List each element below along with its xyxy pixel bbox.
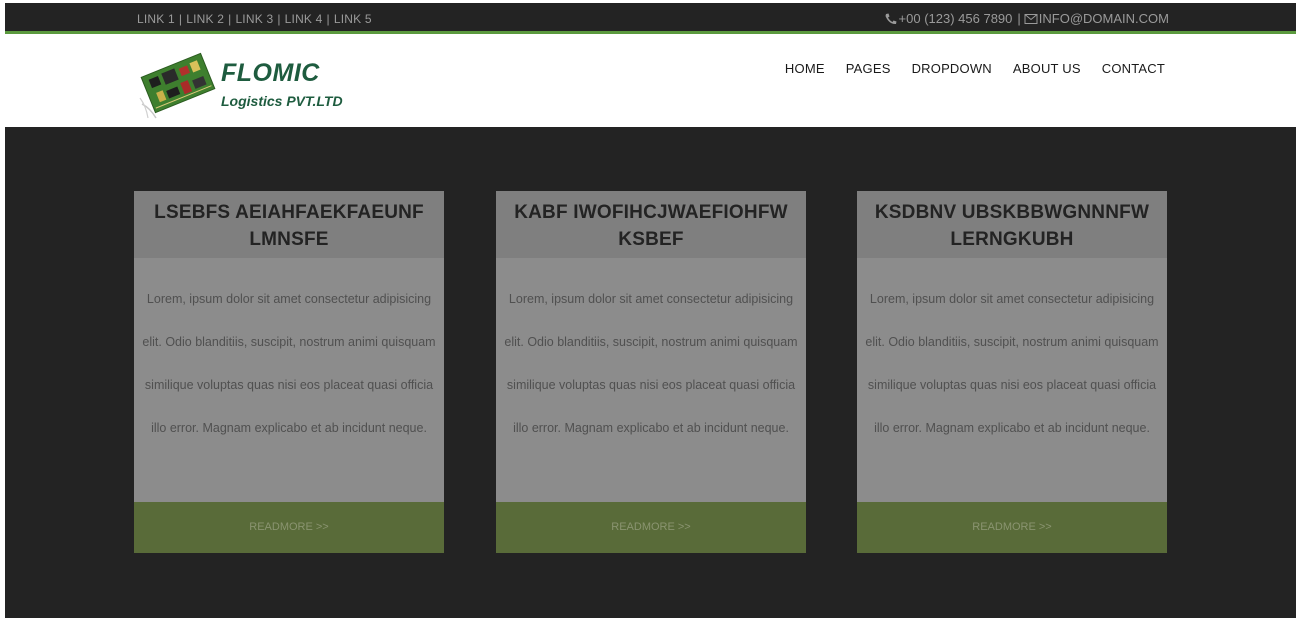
info-card: LSEBFS AEIAHFAEKFAEUNF LMNSFE Lorem, ips…	[134, 191, 444, 553]
envelope-icon	[1024, 13, 1038, 25]
brand-name[interactable]: FLOMIC	[221, 59, 320, 88]
contact-info: +00 (123) 456 7890 | INFO@DOMAIN.COM	[884, 11, 1169, 26]
card-footer: READMORE >>	[857, 502, 1167, 553]
phone-number[interactable]: +00 (123) 456 7890	[899, 11, 1013, 26]
separator: |	[326, 12, 330, 26]
separator: |	[178, 12, 183, 26]
nav-pages[interactable]: PAGES	[846, 61, 891, 76]
main-nav: HOME PAGES DROPDOWN ABOUT US CONTACT	[764, 61, 1165, 76]
card-body: Lorem, ipsum dolor sit amet consectetur …	[504, 292, 798, 435]
nav-dropdown[interactable]: DROPDOWN	[912, 61, 992, 76]
separator: |	[277, 12, 281, 26]
circuit-board-logo[interactable]	[136, 46, 220, 120]
site-header: FLOMIC Logistics PVT.LTD HOME PAGES DROP…	[5, 37, 1296, 127]
top-link-3[interactable]: LINK 3	[235, 12, 273, 26]
email-address[interactable]: INFO@DOMAIN.COM	[1039, 11, 1169, 26]
page-frame: LINK 1 | LINK 2 | LINK 3 | LINK 4 | LINK 5 +00 (…	[5, 3, 1296, 618]
separator: |	[1017, 11, 1021, 26]
card-footer: READMORE >>	[134, 502, 444, 553]
card-footer: READMORE >>	[496, 502, 806, 553]
nav-about-us[interactable]: ABOUT US	[1013, 61, 1081, 76]
card-body: Lorem, ipsum dolor sit amet consectetur …	[865, 292, 1159, 435]
separator: |	[228, 12, 232, 26]
readmore-button[interactable]: READMORE >>	[611, 521, 690, 533]
top-link-2[interactable]: LINK 2	[186, 12, 224, 26]
phone-icon	[884, 13, 898, 25]
top-link-4[interactable]: LINK 4	[285, 12, 323, 26]
main-content: LSEBFS AEIAHFAEKFAEUNF LMNSFE Lorem, ips…	[5, 127, 1296, 618]
card-title: LSEBFS AEIAHFAEKFAEUNF LMNSFE	[134, 191, 444, 258]
info-card: KABF IWOFIHCJWAEFIOHFW KSBEF Lorem, ipsu…	[496, 191, 806, 553]
card-title: KABF IWOFIHCJWAEFIOHFW KSBEF	[496, 191, 806, 258]
top-bar: LINK 1 | LINK 2 | LINK 3 | LINK 4 | LINK 5 +00 (…	[5, 3, 1296, 34]
top-link-5[interactable]: LINK 5	[334, 12, 372, 26]
nav-contact[interactable]: CONTACT	[1102, 61, 1165, 76]
nav-home[interactable]: HOME	[785, 61, 825, 76]
top-link-1[interactable]: LINK 1	[137, 12, 175, 26]
info-card: KSDBNV UBSKBBWGNNNFW LERNGKUBH Lorem, ip…	[857, 191, 1167, 553]
readmore-button[interactable]: READMORE >>	[972, 521, 1051, 533]
readmore-button[interactable]: READMORE >>	[249, 521, 328, 533]
card-title: KSDBNV UBSKBBWGNNNFW LERNGKUBH	[857, 191, 1167, 258]
top-links: LINK 1 | LINK 2 | LINK 3 | LINK 4 | LINK 5	[137, 12, 372, 26]
card-body: Lorem, ipsum dolor sit amet consectetur …	[142, 292, 436, 435]
brand-subtitle: Logistics PVT.LTD	[221, 93, 343, 109]
